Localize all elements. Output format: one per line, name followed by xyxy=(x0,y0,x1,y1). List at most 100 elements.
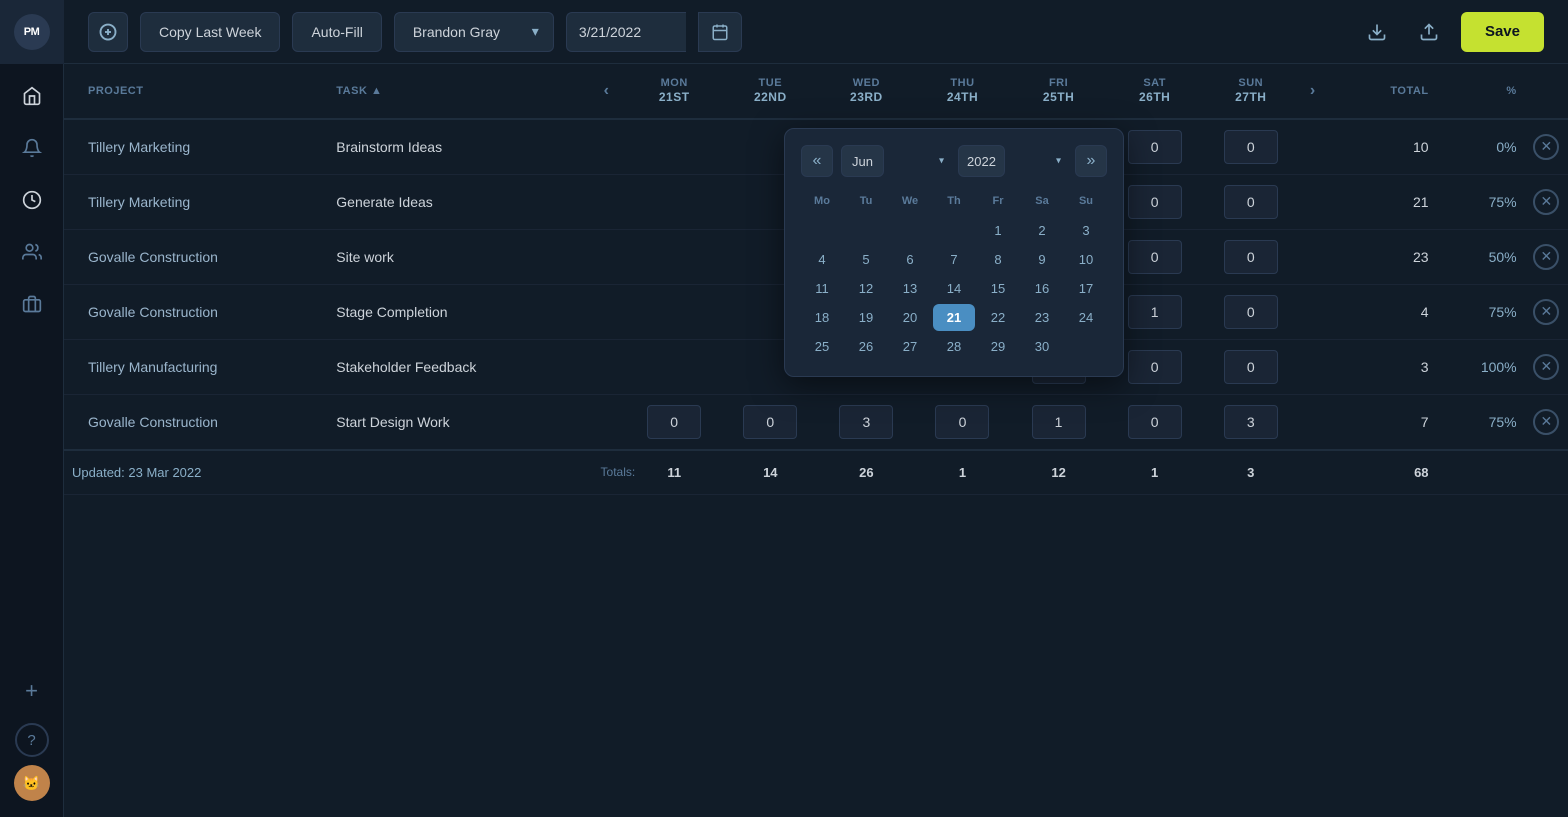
calendar-day[interactable]: 22 xyxy=(977,304,1019,331)
day-input-sat[interactable] xyxy=(1128,185,1182,219)
save-button[interactable]: Save xyxy=(1461,12,1544,52)
calendar-day[interactable]: 1 xyxy=(977,217,1019,244)
day-input-cell-sat[interactable] xyxy=(1107,394,1203,450)
day-input-cell-sun[interactable] xyxy=(1203,174,1299,229)
day-input-wed[interactable] xyxy=(839,405,893,439)
day-input-sun[interactable] xyxy=(1224,130,1278,164)
delete-cell[interactable]: ✕ xyxy=(1525,394,1568,450)
day-input-cell-sun[interactable] xyxy=(1203,119,1299,175)
day-input-cell-tue[interactable] xyxy=(722,394,818,450)
day-input-sat[interactable] xyxy=(1128,130,1182,164)
task-cell: Start Design Work xyxy=(328,394,592,450)
prev-week-button[interactable]: ‹ xyxy=(593,64,627,119)
calendar-day[interactable]: 5 xyxy=(845,246,887,273)
calendar-day[interactable]: 19 xyxy=(845,304,887,331)
day-input-cell-sun[interactable] xyxy=(1203,339,1299,394)
calendar-day[interactable]: 3 xyxy=(1065,217,1107,244)
day-input-mon[interactable] xyxy=(647,405,701,439)
delete-cell[interactable]: ✕ xyxy=(1525,229,1568,284)
sidebar-item-notifications[interactable] xyxy=(8,124,56,172)
delete-cell[interactable]: ✕ xyxy=(1525,284,1568,339)
day-input-cell-thu[interactable] xyxy=(914,394,1010,450)
calendar-day[interactable]: 15 xyxy=(977,275,1019,302)
day-input-cell-sun[interactable] xyxy=(1203,394,1299,450)
delete-cell[interactable]: ✕ xyxy=(1525,174,1568,229)
calendar-day[interactable]: 6 xyxy=(889,246,931,273)
delete-row-button[interactable]: ✕ xyxy=(1533,409,1559,435)
day-input-tue[interactable] xyxy=(743,405,797,439)
day-input-cell-sun[interactable] xyxy=(1203,284,1299,339)
day-input-cell-mon[interactable] xyxy=(626,394,722,450)
calendar-day[interactable]: 2 xyxy=(1021,217,1063,244)
calendar-day[interactable]: 8 xyxy=(977,246,1019,273)
download-button[interactable] xyxy=(1357,12,1397,52)
calendar-day[interactable]: 27 xyxy=(889,333,931,360)
calendar-day[interactable]: 21 xyxy=(933,304,975,331)
calendar-day[interactable]: 11 xyxy=(801,275,843,302)
task-cell: Brainstorm Ideas xyxy=(328,119,592,175)
user-avatar[interactable]: 🐱 xyxy=(14,765,50,801)
calendar-day[interactable]: 25 xyxy=(801,333,843,360)
sidebar-item-help[interactable]: ? xyxy=(15,723,49,757)
day-input-cell-sun[interactable] xyxy=(1203,229,1299,284)
sidebar-item-home[interactable] xyxy=(8,72,56,120)
calendar-day[interactable]: 20 xyxy=(889,304,931,331)
day-input-sun[interactable] xyxy=(1224,185,1278,219)
totals-fri: 12 xyxy=(1011,450,1107,495)
day-input-fri[interactable] xyxy=(1032,405,1086,439)
calendar-day[interactable]: 29 xyxy=(977,333,1019,360)
delete-row-button[interactable]: ✕ xyxy=(1533,189,1559,215)
delete-cell[interactable]: ✕ xyxy=(1525,119,1568,175)
upload-button[interactable] xyxy=(1409,12,1449,52)
day-input-sat[interactable] xyxy=(1128,350,1182,384)
month-select[interactable]: JanFebMarAprMayJunJulAugSepOctNovDec xyxy=(841,145,884,177)
calendar-next-button[interactable]: » xyxy=(1075,145,1107,177)
calendar-day[interactable]: 23 xyxy=(1021,304,1063,331)
day-input-cell-wed[interactable] xyxy=(818,394,914,450)
day-input-sat[interactable] xyxy=(1128,240,1182,274)
calendar-day[interactable]: 9 xyxy=(1021,246,1063,273)
delete-row-button[interactable]: ✕ xyxy=(1533,244,1559,270)
delete-row-button[interactable]: ✕ xyxy=(1533,299,1559,325)
calendar-day[interactable]: 18 xyxy=(801,304,843,331)
delete-row-button[interactable]: ✕ xyxy=(1533,134,1559,160)
day-input-sat[interactable] xyxy=(1128,405,1182,439)
calendar-day[interactable]: 12 xyxy=(845,275,887,302)
year-select[interactable]: 20202021202220232024 xyxy=(958,145,1005,177)
calendar-toggle-button[interactable] xyxy=(698,12,742,52)
day-input-sun[interactable] xyxy=(1224,295,1278,329)
calendar-day[interactable]: 16 xyxy=(1021,275,1063,302)
calendar-day[interactable]: 7 xyxy=(933,246,975,273)
next-week-button[interactable]: › xyxy=(1299,64,1333,119)
task-column-header[interactable]: TASK ▲ xyxy=(328,64,592,119)
day-input-sun[interactable] xyxy=(1224,350,1278,384)
day-input-cell-fri[interactable] xyxy=(1011,394,1107,450)
calendar-day[interactable]: 13 xyxy=(889,275,931,302)
delete-row-button[interactable]: ✕ xyxy=(1533,354,1559,380)
delete-cell[interactable]: ✕ xyxy=(1525,339,1568,394)
sidebar-item-briefcase[interactable] xyxy=(8,280,56,328)
sidebar-item-add[interactable]: + xyxy=(8,667,56,715)
date-field[interactable]: 3/21/2022 xyxy=(566,12,686,52)
sidebar-item-time[interactable] xyxy=(8,176,56,224)
calendar-prev-button[interactable]: « xyxy=(801,145,833,177)
day-input-sun[interactable] xyxy=(1224,405,1278,439)
calendar-day[interactable]: 30 xyxy=(1021,333,1063,360)
calendar-day[interactable]: 26 xyxy=(845,333,887,360)
day-input-sat[interactable] xyxy=(1128,295,1182,329)
calendar-day[interactable]: 28 xyxy=(933,333,975,360)
day-input-sun[interactable] xyxy=(1224,240,1278,274)
calendar-day[interactable]: 24 xyxy=(1065,304,1107,331)
calendar-day[interactable]: 17 xyxy=(1065,275,1107,302)
day-input-thu[interactable] xyxy=(935,405,989,439)
calendar-day[interactable]: 4 xyxy=(801,246,843,273)
add-entry-button[interactable] xyxy=(88,12,128,52)
calendar-day[interactable]: 10 xyxy=(1065,246,1107,273)
calendar-day[interactable]: 14 xyxy=(933,275,975,302)
app-logo[interactable]: PM xyxy=(14,14,50,50)
user-dropdown[interactable]: Brandon Gray ▾ xyxy=(394,12,554,52)
copy-last-week-button[interactable]: Copy Last Week xyxy=(140,12,280,52)
sidebar-item-people[interactable] xyxy=(8,228,56,276)
nav-spacer-right xyxy=(1299,119,1333,175)
auto-fill-button[interactable]: Auto-Fill xyxy=(292,12,381,52)
